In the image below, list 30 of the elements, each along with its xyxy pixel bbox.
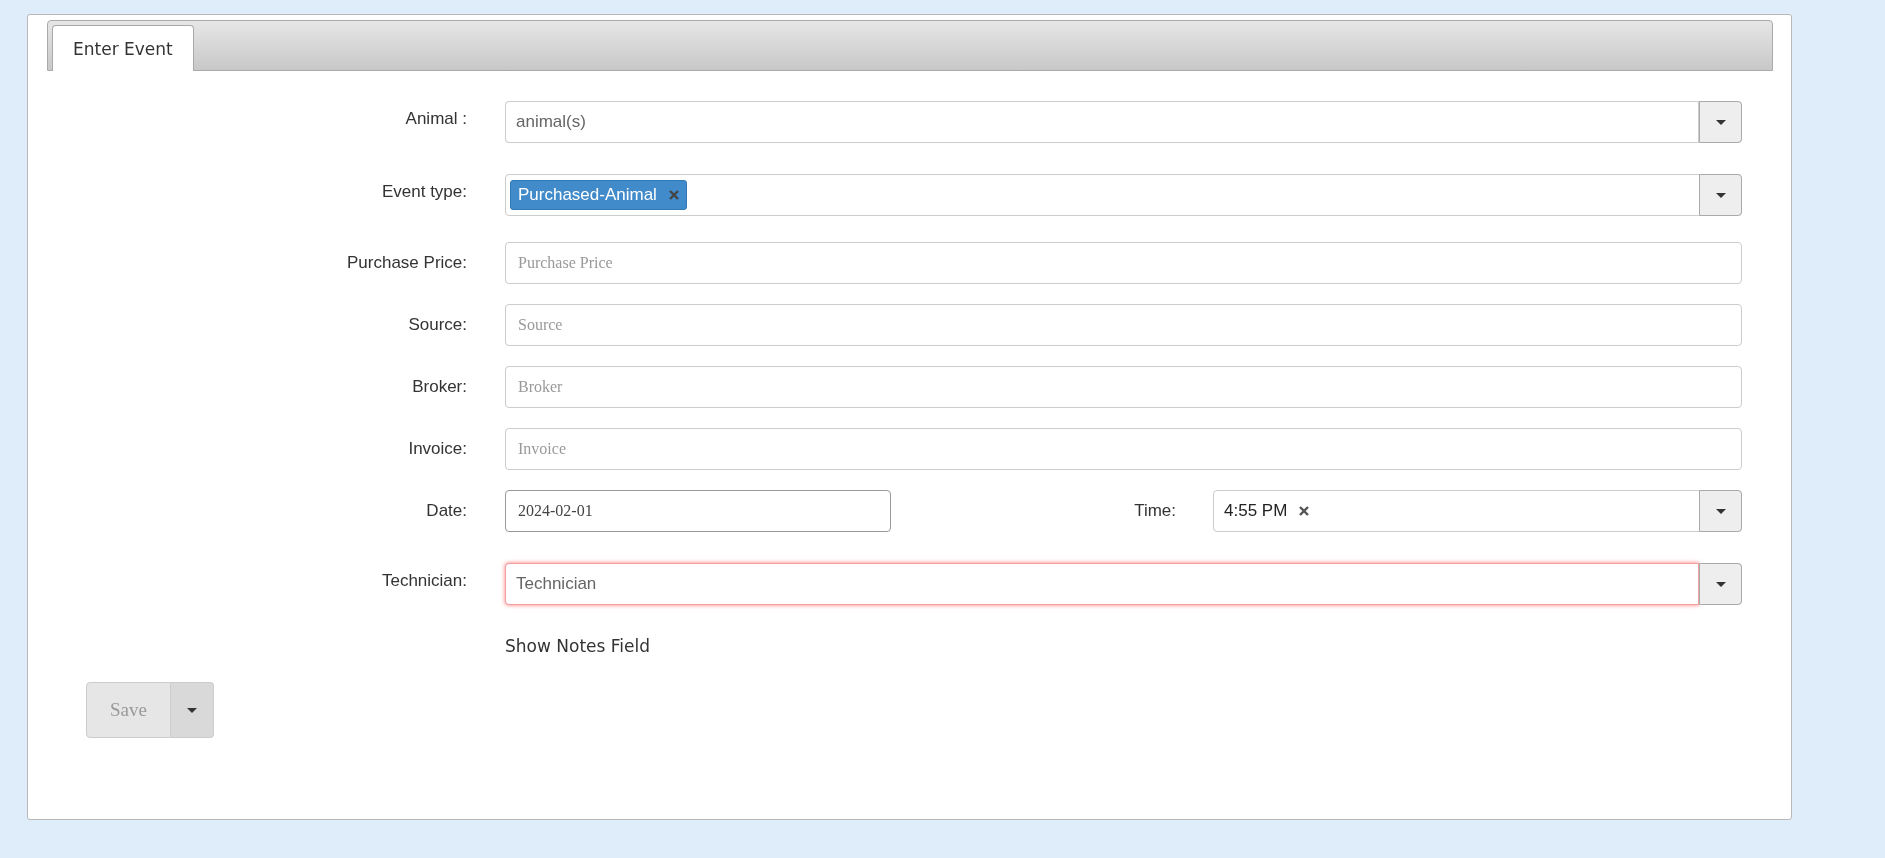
- field-label: Purchase Price:: [346, 253, 467, 273]
- field-label: Event type:: [380, 181, 467, 202]
- field-label: Invoice:: [407, 439, 467, 459]
- input-field[interactable]: Invoice: [505, 428, 1742, 470]
- tag-select-field[interactable]: Purchased-Animal: [505, 174, 1742, 216]
- field-label: Source:: [407, 315, 467, 335]
- input-field[interactable]: Broker: [505, 366, 1742, 408]
- dropdown-button[interactable]: [1699, 490, 1742, 532]
- dropdown-button[interactable]: [1699, 101, 1742, 143]
- field-label: Time:: [1133, 501, 1177, 521]
- input-field[interactable]: Source: [505, 304, 1742, 346]
- caret-icon: [1715, 508, 1726, 514]
- field-label: Broker:: [411, 377, 467, 397]
- caret-icon: [1715, 581, 1726, 587]
- selected-tag: Purchased-Animal: [510, 180, 687, 210]
- caret-icon: [1715, 119, 1726, 125]
- dropdown-button[interactable]: [1699, 174, 1742, 216]
- input-field[interactable]: Purchase Price: [505, 242, 1742, 284]
- show-notes-link[interactable]: Show Notes Field: [505, 636, 650, 656]
- selected-time: 4:55 PM: [1218, 501, 1310, 521]
- field-label: Animal :: [404, 108, 467, 129]
- field-label: Technician:: [380, 570, 467, 591]
- remove-icon[interactable]: [1299, 506, 1310, 516]
- caret-icon: [187, 707, 197, 713]
- tab[interactable]: Enter Event: [52, 25, 194, 71]
- field-label: Date:: [425, 501, 467, 521]
- time-select-field[interactable]: 4:55 PM: [1213, 490, 1742, 532]
- date-field[interactable]: 2024-02-01: [505, 490, 891, 532]
- dropdown-button[interactable]: [1699, 563, 1742, 605]
- caret-icon: [1715, 192, 1726, 198]
